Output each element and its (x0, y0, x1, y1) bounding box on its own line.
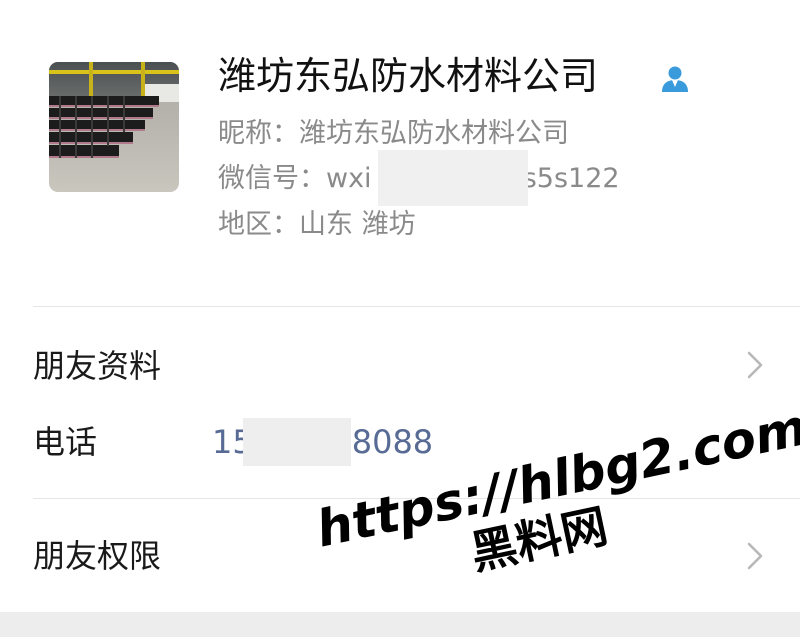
wechat-id-redaction (378, 150, 528, 206)
nickname: 昵称：潍坊东弘防水材料公司 (218, 118, 569, 149)
bottom-section-background (0, 612, 800, 637)
friend-profile-row[interactable]: 朋友资料 (33, 344, 161, 388)
region: 地区：山东 潍坊 (218, 209, 416, 240)
divider (33, 306, 800, 307)
avatar-photo (49, 62, 179, 192)
chevron-right-icon[interactable] (744, 541, 766, 571)
friend-permission-row[interactable]: 朋友权限 (33, 534, 161, 578)
watermark-name: 黑料网 (465, 498, 613, 581)
profile-header: 潍坊东弘防水材料公司 昵称：潍坊东弘防水材料公司 微信号：wxi 5s5s122 … (0, 0, 800, 306)
contact-name: 潍坊东弘防水材料公司 (218, 54, 599, 98)
person-icon (662, 66, 688, 92)
divider (33, 498, 800, 499)
phone-suffix: 8088 (351, 423, 434, 461)
wechat-id-prefix: 微信号：wxi (218, 163, 372, 194)
avatar[interactable] (49, 62, 179, 192)
phone-label: 电话 (33, 423, 98, 461)
phone-redaction (243, 418, 351, 466)
chevron-right-icon[interactable] (744, 350, 766, 380)
